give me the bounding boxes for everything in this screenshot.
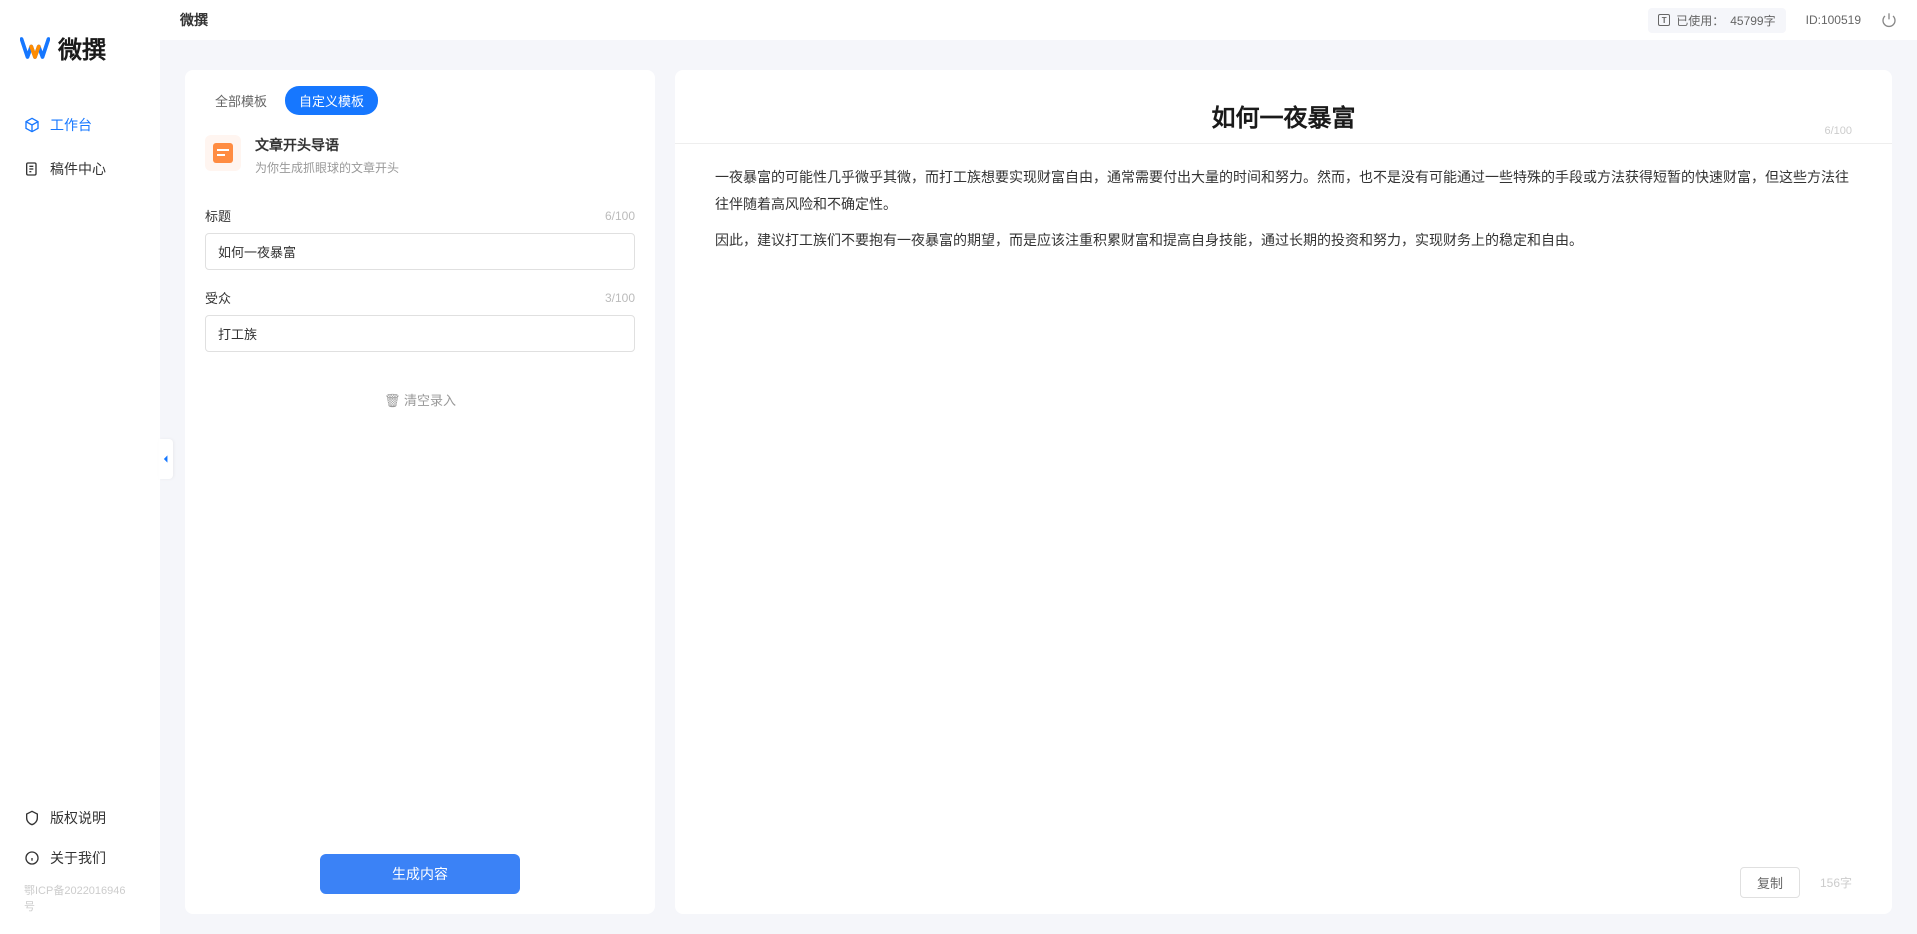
tab-all-templates[interactable]: 全部模板 [201,86,281,115]
footer-item-about[interactable]: 关于我们 [10,838,150,878]
logo-text: 微撰 [58,30,106,65]
usage-count: 45799字 [1730,12,1775,29]
editor-panel: 全部模板 自定义模板 文章开头导语 为你生成抓眼球的文章开头 [185,70,655,914]
footer-item-copyright[interactable]: 版权说明 [10,798,150,838]
usage-label: 已使用： [1676,12,1724,29]
form-group-audience: 受众 3/100 [205,288,635,352]
header-title: 微撰 [180,10,208,30]
icp-text: 鄂ICP备2022016946号 [10,878,150,924]
text-icon: T [1658,14,1670,26]
output-word-count: 156字 [1820,874,1852,891]
template-card: 文章开头导语 为你生成抓眼球的文章开头 [185,125,655,196]
form-group-title: 标题 6/100 [205,206,635,270]
audience-label: 受众 [205,288,231,307]
title-label: 标题 [205,206,231,225]
usage-badge[interactable]: T 已使用： 45799字 [1648,8,1785,33]
output-paragraph: 因此，建议打工族们不要抱有一夜暴富的期望，而是应该注重积累财富和提高自身技能，通… [715,227,1852,254]
output-paragraph: 一夜暴富的可能性几乎微乎其微，而打工族想要实现财富自由，通常需要付出大量的时间和… [715,164,1852,217]
clear-button[interactable]: 🗑 清空录入 [205,370,635,429]
nav-label: 工作台 [50,115,92,135]
nav-item-workspace[interactable]: 工作台 [10,105,150,145]
output-panel: 如何一夜暴富 6/100 一夜暴富的可能性几乎微乎其微，而打工族想要实现财富自由… [675,70,1892,914]
title-input[interactable] [205,233,635,270]
logo[interactable]: 微撰 [0,0,160,105]
nav-menu: 工作台 稿件中心 [0,105,160,788]
output-body[interactable]: 一夜暴富的可能性几乎微乎其微，而打工族想要实现财富自由，通常需要付出大量的时间和… [675,144,1892,855]
logo-icon [20,33,50,63]
output-title-count: 6/100 [1824,125,1852,137]
header: 微撰 T 已使用： 45799字 ID:100519 [160,0,1917,40]
sidebar-collapse-handle[interactable] [159,439,173,479]
nav-item-drafts[interactable]: 稿件中心 [10,149,150,189]
audience-input[interactable] [205,315,635,352]
user-id: ID:100519 [1806,13,1861,27]
title-char-count: 6/100 [605,209,635,223]
template-icon [205,135,241,171]
generate-button[interactable]: 生成内容 [320,854,520,894]
copy-button[interactable]: 复制 [1740,867,1800,898]
shield-icon [24,810,40,826]
document-icon [24,161,40,177]
info-icon [24,850,40,866]
sidebar-footer: 版权说明 关于我们 鄂ICP备2022016946号 [0,788,160,934]
clear-label: 🗑 清空录入 [384,393,456,408]
template-desc: 为你生成抓眼球的文章开头 [255,159,635,176]
sidebar: 微撰 工作台 稿件中心 [0,0,160,934]
cube-icon [24,117,40,133]
output-text: 一夜暴富的可能性几乎微乎其微，而打工族想要实现财富自由，通常需要付出大量的时间和… [715,164,1852,254]
logout-icon[interactable] [1881,12,1897,28]
output-title[interactable]: 如何一夜暴富 [715,98,1852,133]
template-name: 文章开头导语 [255,135,635,155]
nav-label: 稿件中心 [50,159,106,179]
tab-custom-templates[interactable]: 自定义模板 [285,86,378,115]
chevron-left-icon [162,454,170,464]
audience-char-count: 3/100 [605,291,635,305]
footer-label: 关于我们 [50,848,106,868]
tab-bar: 全部模板 自定义模板 [185,70,655,125]
footer-label: 版权说明 [50,808,106,828]
